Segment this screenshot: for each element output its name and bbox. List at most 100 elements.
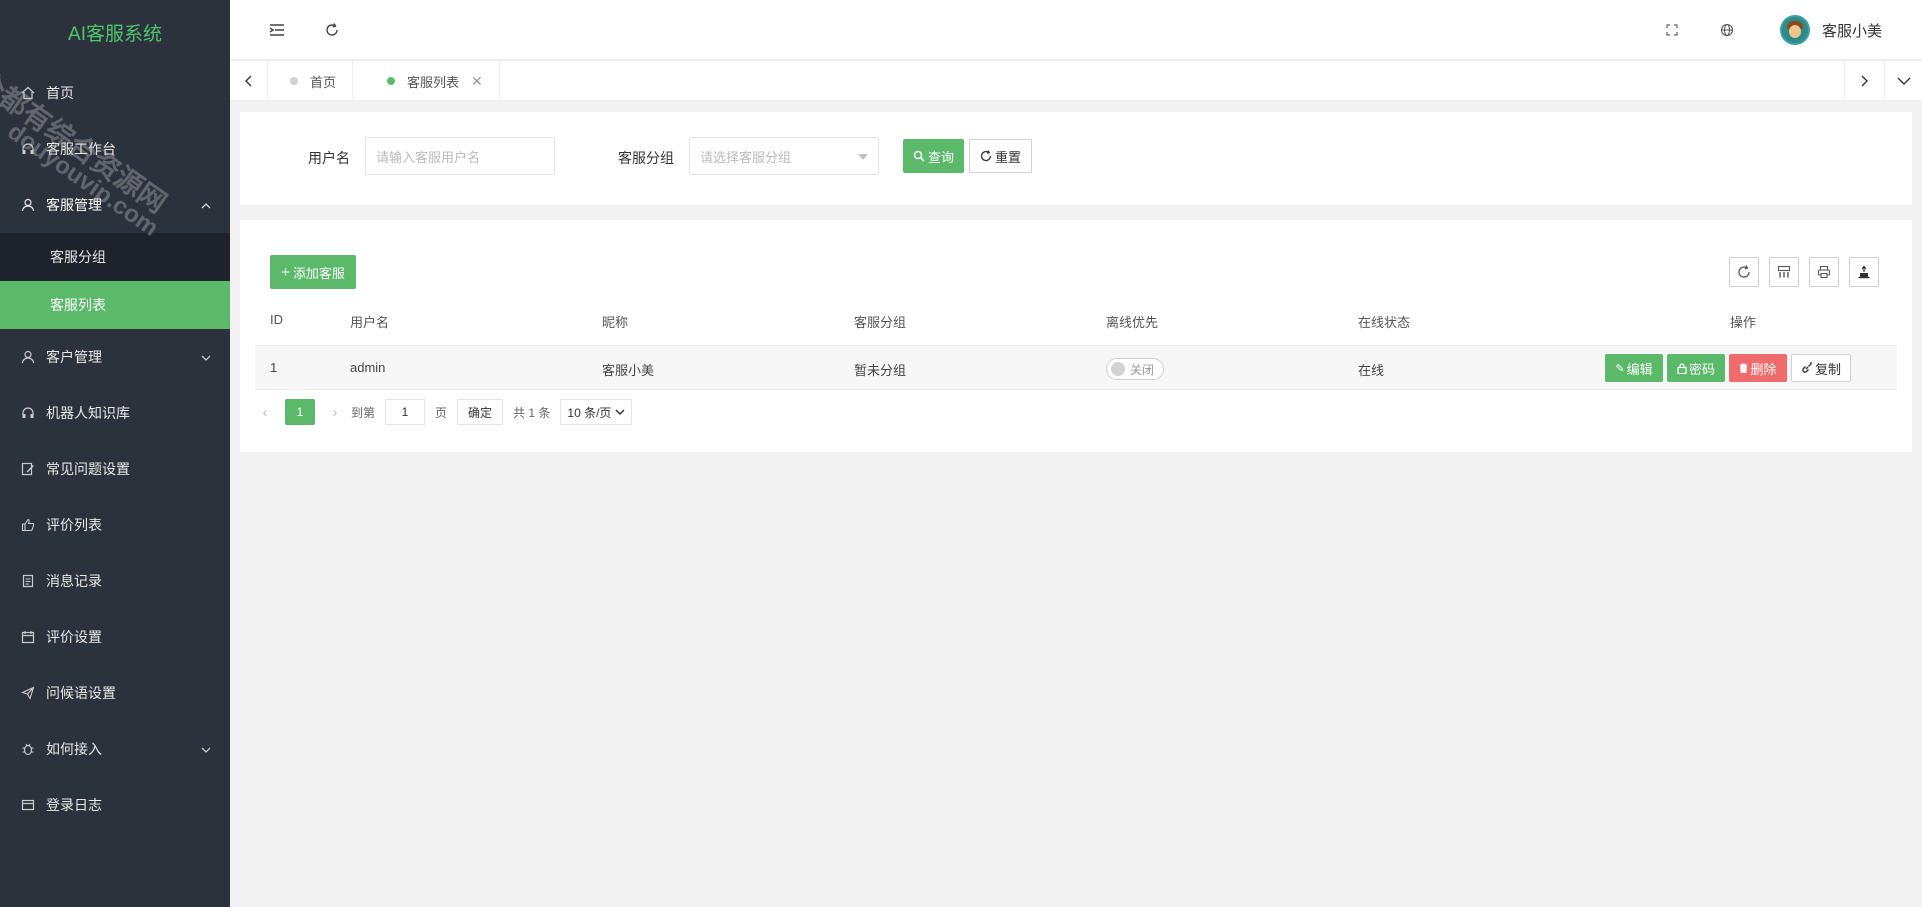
edit-icon	[20, 461, 36, 477]
table-refresh-button[interactable]	[1729, 257, 1759, 287]
prev-page-icon[interactable]: ‹	[255, 404, 275, 420]
column-header-username: 用户名	[350, 315, 390, 330]
offline-first-toggle[interactable]: 关闭	[1106, 358, 1164, 380]
pagination: ‹ 1 › 到第 1 页 确定 共 1 条 10 条/页	[255, 398, 633, 426]
sidebar-item-rating-settings[interactable]: 评价设置	[0, 609, 230, 665]
cell-username: admin	[350, 360, 386, 375]
user-icon	[20, 197, 36, 213]
sidebar-item-service-groups[interactable]: 客服分组	[0, 233, 230, 281]
page-jump-confirm-button[interactable]: 确定	[457, 399, 504, 425]
lock-icon	[1677, 362, 1687, 374]
column-header-id: ID	[270, 312, 283, 327]
trash-icon	[1739, 363, 1748, 373]
column-header-nickname: 昵称	[602, 315, 629, 330]
sidebar-item-robot-knowledge[interactable]: 机器人知识库	[0, 385, 230, 441]
search-icon	[913, 150, 925, 162]
password-button[interactable]: 密码	[1667, 354, 1725, 382]
next-page-icon[interactable]: ›	[325, 404, 345, 420]
reset-button[interactable]: 重置	[969, 139, 1032, 173]
tab-menu-chevron-down-icon[interactable]	[1884, 61, 1922, 101]
tab-home[interactable]: 首页	[268, 61, 354, 101]
sidebar-item-workbench[interactable]: 客服工作台	[0, 121, 230, 177]
cell-id: 1	[270, 360, 278, 375]
sidebar-item-label: 评价设置	[46, 629, 102, 645]
caret-down-icon	[858, 154, 868, 160]
page-number-current[interactable]: 1	[285, 399, 315, 425]
avatar	[1779, 15, 1810, 45]
sidebar-item-customer-management[interactable]: 客户管理	[0, 329, 230, 385]
column-header-group: 客服分组	[854, 315, 907, 330]
document-icon	[20, 573, 36, 589]
sidebar-item-label: 首页	[46, 85, 74, 101]
tab-active-dot	[387, 77, 395, 85]
sidebar-item-label: 客服管理	[46, 197, 102, 213]
cell-online-status: 在线	[1358, 363, 1385, 378]
plus-icon: +	[281, 263, 290, 281]
delete-button[interactable]: 删除	[1729, 354, 1787, 382]
sidebar-item-label: 机器人知识库	[46, 405, 130, 421]
sidebar: AI客服系统 首页 客服工作台 客服管理 客服分组 客服列表 客户管理 机器人知…	[0, 0, 230, 907]
print-button[interactable]	[1809, 257, 1839, 287]
column-header-online-status: 在线状态	[1358, 315, 1411, 330]
user-icon	[20, 349, 36, 365]
username-filter-label: 用户名	[308, 150, 350, 166]
chevron-down-icon	[200, 351, 212, 363]
group-select[interactable]: 请选择客服分组	[689, 137, 879, 175]
tab-scroll-left-icon[interactable]	[230, 61, 268, 101]
chevron-down-icon	[200, 743, 212, 755]
cell-group: 暂未分组	[854, 363, 907, 378]
query-button[interactable]: 查询	[903, 139, 964, 173]
sidebar-item-faq-settings[interactable]: 常见问题设置	[0, 441, 230, 497]
tab-scroll-right-icon[interactable]	[1844, 61, 1882, 101]
bug-icon	[20, 741, 36, 757]
username-label: 客服小美	[1821, 22, 1882, 40]
table-row: 1 admin 客服小美 暂未分组 关闭 在线 ✎ 编辑 密码 删除 复制	[255, 345, 1897, 390]
edit-button[interactable]: ✎ 编辑	[1605, 354, 1663, 382]
globe-icon[interactable]	[1717, 20, 1737, 40]
app-logo-title: AI客服系统	[68, 24, 162, 45]
sidebar-item-service-list[interactable]: 客服列表	[0, 281, 230, 329]
export-button[interactable]	[1849, 257, 1879, 287]
sidebar-item-message-log[interactable]: 消息记录	[0, 553, 230, 609]
top-header: 客服小美	[230, 0, 1922, 60]
sidebar-item-how-to-integrate[interactable]: 如何接入	[0, 721, 230, 777]
add-service-button[interactable]: + 添加客服	[270, 255, 356, 289]
chevron-up-icon	[200, 199, 212, 211]
fullscreen-icon[interactable]	[1662, 20, 1682, 40]
headset-icon	[20, 405, 36, 421]
page-size-select[interactable]: 10 条/页	[560, 399, 633, 425]
refresh-icon	[1738, 265, 1750, 278]
user-menu[interactable]: 客服小美	[1779, 15, 1882, 45]
home-icon	[20, 85, 36, 101]
sidebar-item-label: 客服工作台	[46, 141, 116, 157]
sidebar-item-service-management[interactable]: 客服管理	[0, 177, 230, 233]
username-search-input[interactable]: 请输入客服用户名	[365, 137, 555, 175]
sidebar-item-rating-list[interactable]: 评价列表	[0, 497, 230, 553]
submenu-service-management: 客服分组 客服列表	[0, 233, 230, 329]
tab-label: 首页	[310, 74, 337, 90]
sidebar-item-label: 消息记录	[46, 573, 102, 589]
refresh-icon[interactable]	[322, 20, 342, 40]
columns-filter-button[interactable]	[1769, 257, 1799, 287]
copy-button[interactable]: 复制	[1791, 354, 1851, 382]
sidebar-item-label: 常见问题设置	[46, 461, 130, 477]
sidebar-item-greeting-settings[interactable]: 问候语设置	[0, 665, 230, 721]
toggle-knob	[1111, 362, 1125, 376]
chevron-down-icon	[615, 409, 625, 416]
menu-toggle-icon[interactable]	[267, 20, 287, 40]
sidebar-item-home[interactable]: 首页	[0, 65, 230, 121]
tab-label: 客服列表	[407, 74, 460, 90]
refresh-icon	[980, 150, 992, 162]
close-icon[interactable]: ✕	[471, 73, 483, 90]
sidebar-item-label: 问候语设置	[46, 685, 116, 701]
calendar-icon	[20, 629, 36, 645]
link-icon	[1802, 362, 1812, 373]
thumbs-up-icon	[20, 517, 36, 533]
sidebar-item-label: 登录日志	[46, 797, 102, 813]
total-count: 共 1 条	[513, 405, 551, 420]
tab-service-list[interactable]: 客服列表 ✕	[365, 61, 500, 101]
page-jump-input[interactable]: 1	[385, 399, 426, 425]
page-unit-label: 页	[435, 405, 448, 420]
pencil-icon: ✎	[1615, 362, 1625, 375]
sidebar-item-login-log[interactable]: 登录日志	[0, 777, 230, 833]
